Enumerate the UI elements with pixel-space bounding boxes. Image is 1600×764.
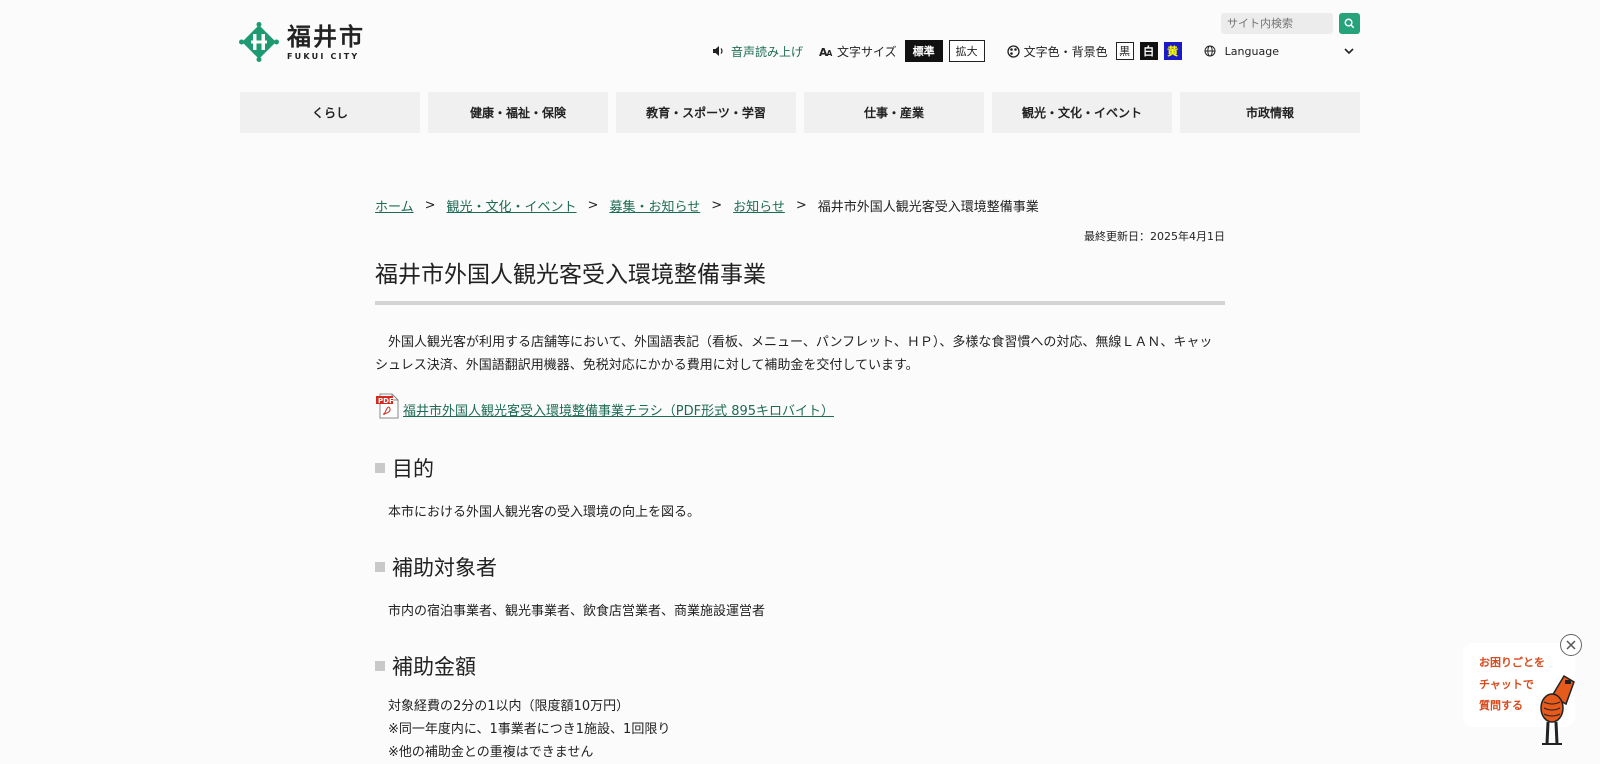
- breadcrumb-separator: >: [711, 197, 723, 213]
- gnav-item-health[interactable]: 健康・福祉・保険: [428, 92, 608, 133]
- text-size-control: A A 文字サイズ 標準 拡大: [819, 40, 985, 62]
- close-icon: [1566, 640, 1576, 650]
- text-size-standard-button[interactable]: 標準: [904, 40, 943, 62]
- gnav-item-education[interactable]: 教育・スポーツ・学習: [616, 92, 796, 133]
- city-emblem-icon: [239, 22, 279, 62]
- voice-readout-label: 音声読み上げ: [731, 44, 804, 59]
- amount-line: ※同一年度内に、1事業者につき1施設、1回限り: [388, 722, 671, 737]
- color-white-button[interactable]: 白: [1139, 42, 1158, 60]
- text-size-large-button[interactable]: 拡大: [948, 40, 985, 62]
- pdf-icon: PDF: [376, 393, 399, 419]
- section-heading-purpose: 目的: [375, 453, 1225, 483]
- section-heading-eligible: 補助対象者: [375, 552, 1225, 582]
- section-body-eligible: 市内の宿泊事業者、観光事業者、飲食店営業者、商業施設運営者: [388, 604, 766, 619]
- site-logo[interactable]: 福井市 FUKUI CITY: [239, 22, 365, 62]
- gnav-item-business[interactable]: 仕事・産業: [804, 92, 984, 133]
- section-heading-text: 目的: [392, 457, 434, 481]
- breadcrumb-separator: >: [795, 197, 807, 213]
- search-input[interactable]: [1221, 13, 1333, 34]
- breadcrumb-tourism[interactable]: 観光・文化・イベント: [447, 196, 577, 215]
- breadcrumb: ホーム > 観光・文化・イベント > 募集・お知らせ > お知らせ > 福井市外…: [375, 190, 1225, 220]
- section-heading-amount: 補助金額: [375, 651, 1225, 681]
- color-black-button[interactable]: 黒: [1115, 42, 1134, 60]
- amount-line: 対象経費の2分の1以内（限度額10万円）: [388, 699, 630, 714]
- gnav-item-kurashi[interactable]: くらし: [240, 92, 420, 133]
- chat-close-button[interactable]: [1560, 634, 1582, 656]
- utility-bar: 音声読み上げ A A 文字サイズ 標準 拡大 文字色・背景色 黒 白 黄 Lan…: [712, 40, 1354, 62]
- pdf-link[interactable]: 福井市外国人観光客受入環境整備事業チラシ（PDF形式 895キロバイト）: [403, 400, 834, 419]
- language-select[interactable]: Language: [1204, 45, 1354, 58]
- pdf-download: PDF 福井市外国人観光客受入環境整備事業チラシ（PDF形式 895キロバイト）: [375, 393, 1225, 419]
- gnav-item-city-admin[interactable]: 市政情報: [1180, 92, 1360, 133]
- logo-subtitle: FUKUI CITY: [287, 51, 360, 61]
- voice-readout-link[interactable]: 音声読み上げ: [712, 43, 803, 60]
- breadcrumb-separator: >: [424, 197, 436, 213]
- chat-line: お困りごとを: [1479, 656, 1545, 669]
- speaker-icon: [713, 46, 723, 56]
- breadcrumb-home[interactable]: ホーム: [375, 196, 414, 215]
- globe-icon: [1204, 45, 1216, 57]
- section-heading-text: 補助対象者: [392, 556, 497, 580]
- language-label: Language: [1224, 44, 1279, 58]
- site-search: [1221, 13, 1360, 34]
- section-heading-text: 補助金額: [392, 655, 476, 679]
- logo-title: 福井市: [287, 22, 365, 51]
- search-icon: [1344, 18, 1355, 29]
- heading-bullet: [375, 562, 385, 572]
- mascot-icon: [1540, 674, 1575, 745]
- main-content: ホーム > 観光・文化・イベント > 募集・お知らせ > お知らせ > 福井市外…: [375, 190, 1225, 764]
- breadcrumb-separator: >: [587, 197, 599, 213]
- breadcrumb-current: 福井市外国人観光客受入環境整備事業: [817, 199, 1039, 215]
- breadcrumb-notices[interactable]: お知らせ: [733, 196, 785, 215]
- search-button[interactable]: [1339, 13, 1360, 34]
- svg-text:PDF: PDF: [378, 397, 394, 405]
- color-label: 文字色・背景色: [1023, 44, 1108, 59]
- gnav-item-tourism[interactable]: 観光・文化・イベント: [992, 92, 1172, 133]
- page-title: 福井市外国人観光客受入環境整備事業: [375, 255, 1225, 305]
- section-body-purpose: 本市における外国人観光客の受入環境の向上を図る。: [388, 505, 701, 520]
- chevron-down-icon: [1344, 47, 1354, 54]
- global-nav: くらし 健康・福祉・保険 教育・スポーツ・学習 仕事・産業 観光・文化・イベント…: [240, 92, 1360, 133]
- text-size-icon: A A: [819, 46, 833, 57]
- color-yellow-button[interactable]: 黄: [1163, 42, 1182, 60]
- heading-bullet: [375, 463, 385, 473]
- amount-line: ※他の補助金との重複はできません: [388, 745, 594, 760]
- heading-bullet: [375, 661, 385, 671]
- palette-icon: [1007, 44, 1020, 58]
- section-body-amount: 対象経費の2分の1以内（限度額10万円） ※同一年度内に、1事業者につき1施設、…: [375, 695, 1225, 764]
- color-control: 文字色・背景色 黒 白 黄: [1007, 42, 1182, 60]
- breadcrumb-recruitment[interactable]: 募集・お知らせ: [609, 196, 700, 215]
- lead-paragraph: 外国人観光客が利用する店舗等において、外国語表記（看板、メニュー、パンフレット、…: [375, 335, 1213, 373]
- text-size-label: 文字サイズ: [837, 44, 897, 59]
- last-updated: 最終更新日：2025年4月1日: [1084, 230, 1225, 243]
- svg-text:A: A: [827, 49, 833, 57]
